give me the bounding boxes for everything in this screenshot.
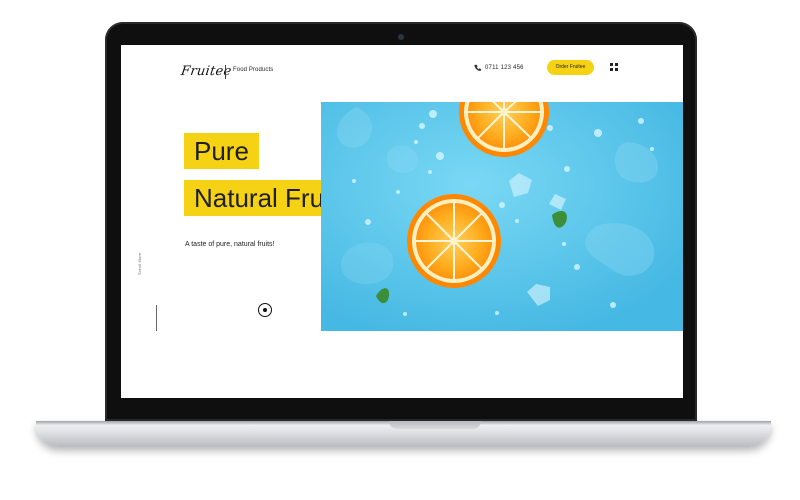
center-orange	[407, 194, 501, 288]
grid-square-icon	[610, 68, 613, 71]
phone-icon	[474, 64, 482, 71]
scroll-down-button[interactable]	[258, 303, 272, 317]
grid-square-icon	[615, 68, 618, 71]
laptop-base	[36, 421, 771, 447]
grid-square-icon	[615, 63, 618, 66]
grid-menu-icon[interactable]	[610, 63, 618, 71]
laptop-mockup: Fruitee Food Products 0711 123 456 Order…	[0, 0, 800, 500]
order-button[interactable]: Order Fruitee	[547, 60, 594, 75]
site-header: Fruitee Food Products 0711 123 456 Order…	[121, 45, 683, 97]
fruit-hero-image	[321, 102, 683, 331]
brand-divider	[225, 65, 226, 79]
scroll-line	[156, 305, 157, 331]
camera-icon	[398, 34, 404, 40]
hero-title-line-1: Pure	[184, 133, 259, 169]
grid-square-icon	[610, 63, 613, 66]
hero-subtitle: A taste of pure, natural fruits!	[185, 241, 275, 248]
website-screen: Fruitee Food Products 0711 123 456 Order…	[121, 45, 683, 398]
brand-tagline: Food Products	[233, 67, 274, 73]
laptop-hinge	[389, 421, 481, 429]
scroll-more-label: Scroll More	[137, 252, 142, 275]
phone-number[interactable]: 0711 123 456	[485, 65, 524, 71]
